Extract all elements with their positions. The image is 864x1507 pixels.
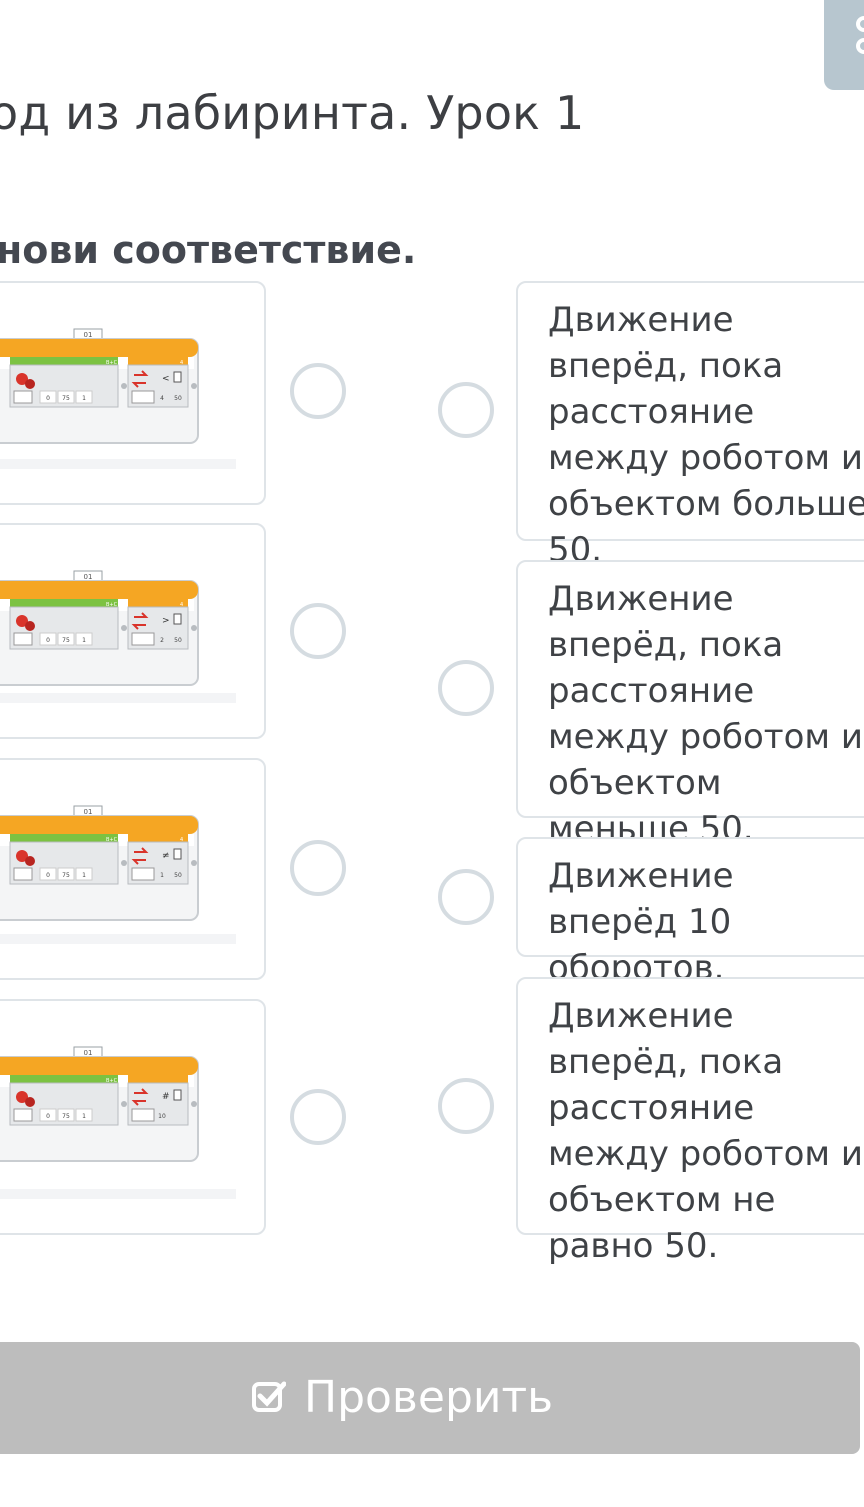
motor-value: 75 [62,637,70,644]
sensor-icon [173,613,182,625]
sensor-op: > [162,616,170,626]
sensor-value: 4 [160,395,164,402]
wire-connector [191,860,197,866]
motor-value: 1 [82,637,86,644]
sensor-value: 50 [174,872,182,879]
program-card-1[interactable]: 01 B+C 0 75 1 4 <4 50 [0,281,266,505]
sensor-value: 10 [158,1113,166,1120]
sensor-mode-icon [131,632,155,646]
motor-header [10,834,118,842]
program-card-2[interactable]: 01 B+C 0 75 1 4 >2 50 [0,523,266,739]
page-title: од из лабиринта. Урок 1 [0,86,585,140]
motor-icon-2 [25,1097,35,1107]
sensor-header [128,357,188,365]
loop-label-text: 01 [84,573,93,581]
right-radio-4[interactable] [438,1078,494,1134]
sensor-op: ≠ [162,851,170,861]
motor-value: 75 [62,872,70,879]
answer-text: Движение вперёд, пока расстояние между р… [548,996,863,1266]
mode-icon [13,390,33,404]
motor-value: 0 [46,872,50,879]
motor-icon-2 [25,621,35,631]
sensor-value: 2 [160,637,164,644]
loop-header [0,1057,198,1075]
motor-header [10,1075,118,1083]
card-divider [0,459,236,469]
left-radio-1[interactable] [290,363,346,419]
answer-text: Движение вперёд 10 оборотов. [548,856,734,988]
sensor-icon [173,1089,182,1101]
answer-card-1[interactable]: Движение вперёд, пока расстояние между р… [516,281,864,570]
answer-text: Движение вперёд, пока расстояние между р… [548,579,863,849]
program-card-3[interactable]: 01 B+C 0 75 1 4 ≠ 1 50 [0,758,266,980]
loop-label-text: 01 [84,1049,93,1057]
program-image: 01B+C0 75 14>2 50 [0,570,199,686]
sensor-op: # [162,1092,170,1102]
motor-value: 1 [82,872,86,879]
answer-card-3[interactable]: Движение вперёд 10 оборотов. [516,837,864,988]
loop-header [0,816,198,834]
sensor-mode-icon [131,867,155,881]
answer-card-4[interactable]: Движение вперёд, пока расстояние между р… [516,977,864,1266]
sensor-icon [173,848,182,860]
sensor-mode-icon [131,390,155,404]
wire-connector [121,860,127,866]
mode-icon [13,867,33,881]
wire-connector [191,1101,197,1107]
loop-label-text: 01 [84,331,93,339]
wire-connector [191,383,197,389]
left-radio-2[interactable] [290,603,346,659]
loop-label-text: 01 [84,808,93,816]
mode-icon [13,1108,33,1122]
card-divider [0,934,236,944]
motor-icon-2 [25,856,35,866]
motor-value: 75 [62,395,70,402]
motor-value: 0 [46,395,50,402]
motor-value: 1 [82,1113,86,1120]
close-icon [856,16,864,54]
right-radio-1[interactable] [438,382,494,438]
motor-header [10,599,118,607]
loop-header [0,339,198,357]
motor-header [10,357,118,365]
motor-icon-2 [25,379,35,389]
wire-connector [191,625,197,631]
sensor-mode-icon [131,1108,155,1122]
sensor-value: 50 [174,637,182,644]
answer-text: Движение вперёд, пока расстояние между р… [548,300,864,570]
sensor-header [128,834,188,842]
loop-header [0,581,198,599]
right-radio-2[interactable] [438,660,494,716]
close-button[interactable] [824,0,864,90]
answer-card-2[interactable]: Движение вперёд, пока расстояние между р… [516,560,864,849]
program-image: 01B+C0 75 14<4 50 [0,328,199,444]
wire-connector [121,625,127,631]
motor-value: 0 [46,637,50,644]
motor-value: 1 [82,395,86,402]
sensor-op: < [162,374,170,384]
motor-value: 75 [62,1113,70,1120]
program-image: 01B+C0 75 1#10 [0,1046,199,1162]
card-divider [0,693,236,703]
sensor-header [128,599,188,607]
instruction-text: нови соответствие. [0,228,417,272]
sensor-value: 50 [174,395,182,402]
right-radio-3[interactable] [438,869,494,925]
sensor-icon [173,371,182,383]
check-button[interactable]: Проверить [0,1342,860,1454]
left-radio-4[interactable] [290,1089,346,1145]
checkbox-icon [252,1381,286,1412]
program-image: 01B+C0 75 14≠1 50 [0,805,199,921]
sensor-header [128,1075,188,1083]
wire-connector [121,1101,127,1107]
mode-icon [13,632,33,646]
left-radio-3[interactable] [290,840,346,896]
card-divider [0,1189,236,1199]
motor-value: 0 [46,1113,50,1120]
program-card-4[interactable]: 01 B+C 0 75 1 #10 [0,999,266,1235]
wire-connector [121,383,127,389]
sensor-value: 1 [160,872,164,879]
check-button-label: Проверить [304,1372,554,1423]
